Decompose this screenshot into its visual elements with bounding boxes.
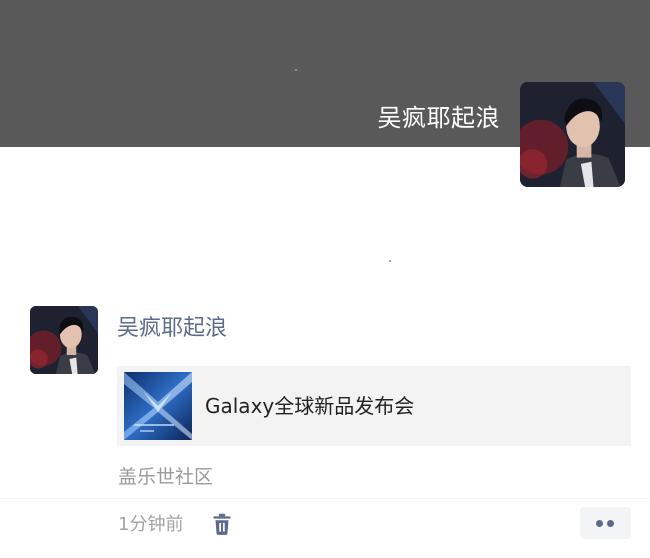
divider — [0, 498, 650, 499]
trash-icon — [213, 513, 231, 535]
feed-speck — [389, 260, 391, 262]
post-author-name[interactable]: 吴疯耶起浪 — [117, 312, 227, 346]
post-author-avatar[interactable] — [30, 306, 98, 374]
cover-speck — [295, 69, 297, 71]
galaxy-thumbnail-icon — [124, 372, 192, 440]
post-source-label[interactable]: 盖乐世社区 — [118, 462, 213, 492]
avatar-portrait-icon — [520, 82, 625, 187]
post-timestamp: 1分钟前 — [118, 514, 184, 535]
avatar-portrait-icon — [30, 306, 98, 374]
shared-link-card[interactable]: Galaxy全球新品发布会 — [117, 366, 631, 446]
more-dots-icon — [596, 520, 603, 527]
profile-name[interactable]: 吴疯耶起浪 — [378, 100, 501, 136]
more-actions-button[interactable] — [580, 507, 631, 539]
profile-avatar[interactable] — [520, 82, 625, 187]
delete-button[interactable] — [209, 511, 235, 537]
shared-link-title: Galaxy全球新品发布会 — [205, 394, 415, 418]
more-dots-icon — [607, 520, 614, 527]
